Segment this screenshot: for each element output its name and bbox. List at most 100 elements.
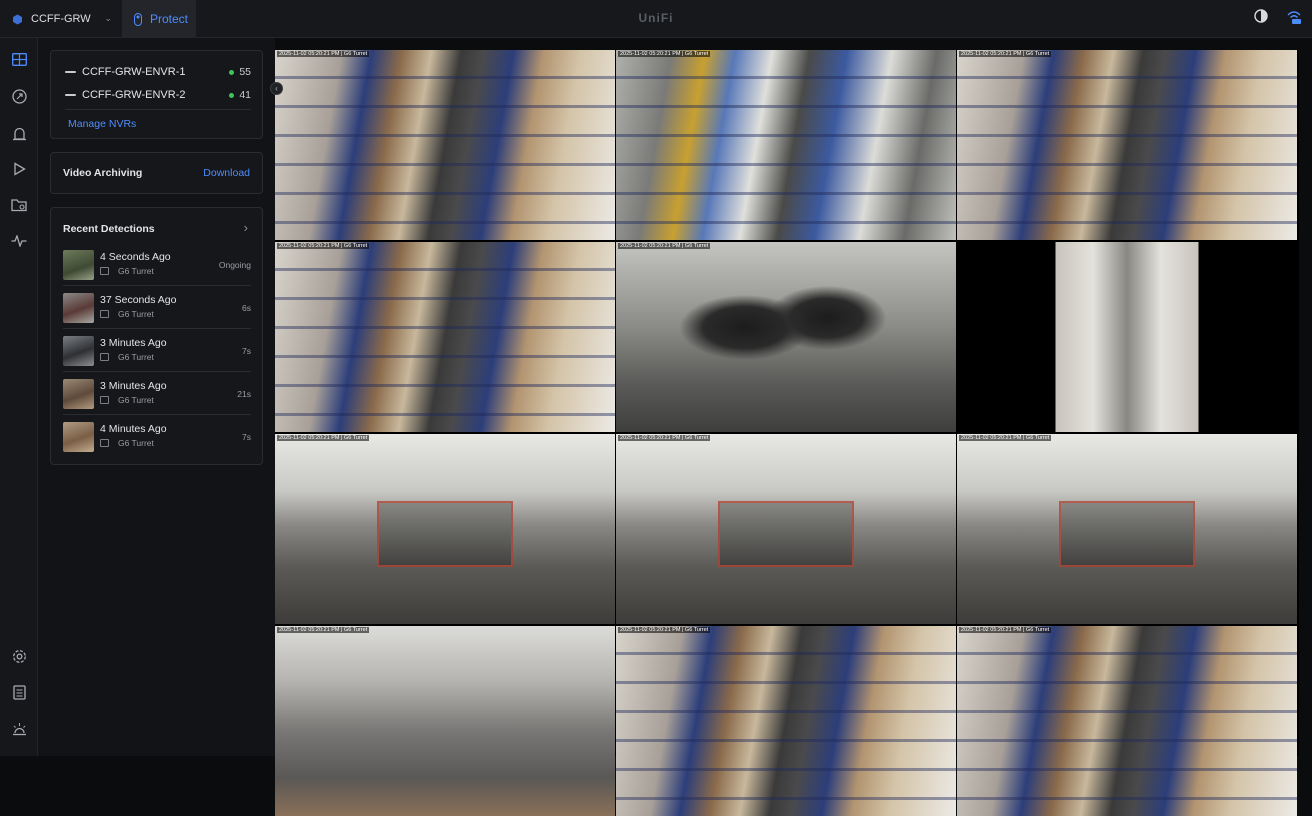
detection-duration: Ongoing bbox=[218, 260, 251, 270]
divider bbox=[63, 285, 251, 286]
camera-tile[interactable]: 2025-11-02 05:20:21 PM | G6 Turret bbox=[616, 242, 956, 432]
camera-tile[interactable]: 2025-11-02 05:20:21 PM | G6 Turret bbox=[275, 242, 615, 432]
detection-item[interactable]: 4 Minutes Ago G6 Turret 7s bbox=[63, 420, 251, 460]
detection-item[interactable]: 37 Seconds Ago G6 Turret 6s bbox=[63, 291, 251, 331]
nvr-row[interactable]: CCFF-GRW-ENVR-1 55 bbox=[65, 64, 251, 80]
side-nav bbox=[0, 38, 38, 756]
play-icon[interactable] bbox=[9, 159, 29, 179]
camera-feed-detail bbox=[1059, 500, 1195, 567]
camera-feed-detail bbox=[275, 50, 615, 240]
detection-thumbnail bbox=[63, 336, 94, 366]
alarm-icon[interactable] bbox=[9, 123, 29, 143]
nvr-camera-count: 41 bbox=[239, 89, 251, 101]
camera-icon bbox=[100, 310, 109, 318]
archiving-title: Video Archiving bbox=[63, 167, 143, 179]
detection-time: 3 Minutes Ago bbox=[100, 337, 167, 349]
divider bbox=[63, 371, 251, 372]
detection-camera: G6 Turret bbox=[118, 266, 154, 276]
folder-icon[interactable] bbox=[9, 195, 29, 215]
online-dot-icon bbox=[229, 92, 235, 98]
manage-nvrs-link[interactable]: Manage NVRs bbox=[68, 118, 136, 130]
camera-feed-detail bbox=[957, 626, 1297, 816]
camera-feed-detail bbox=[718, 500, 854, 567]
detection-item[interactable]: 3 Minutes Ago G6 Turret 21s bbox=[63, 377, 251, 417]
nvr-icon bbox=[65, 71, 76, 73]
download-link[interactable]: Download bbox=[203, 167, 250, 179]
camera-timestamp: 2025-11-02 05:20:21 PM | G6 Turret bbox=[959, 435, 1052, 441]
camera-timestamp: 2025-11-02 05:20:21 PM | G6 Turret bbox=[277, 243, 370, 249]
grid-icon[interactable] bbox=[9, 49, 29, 69]
camera-tile[interactable]: 2025-11-02 05:20:21 PM | G6 Turret bbox=[957, 626, 1297, 816]
detection-item[interactable]: 4 Seconds Ago G6 Turret Ongoing bbox=[63, 248, 251, 288]
detection-duration: 21s bbox=[237, 389, 251, 399]
log-icon[interactable] bbox=[9, 682, 29, 702]
nvr-card: CCFF-GRW-ENVR-1 55 CCFF-GRW-ENVR-2 41 Ma… bbox=[50, 50, 263, 139]
camera-tile[interactable]: 2025-11-02 05:20:21 PM | G6 Turret bbox=[957, 50, 1297, 240]
camera-feed-detail bbox=[616, 626, 956, 816]
camera-feed-detail bbox=[275, 242, 615, 432]
network-status-icon[interactable] bbox=[1286, 9, 1302, 25]
detection-duration: 7s bbox=[242, 346, 251, 356]
activity-icon[interactable] bbox=[9, 231, 29, 251]
nvr-camera-count: 55 bbox=[239, 66, 251, 78]
camera-tile[interactable]: 2025-11-02 05:20:21 PM | G6 Turret bbox=[275, 434, 615, 624]
divider bbox=[63, 414, 251, 415]
camera-icon bbox=[100, 267, 109, 275]
brand-logo: UniFi bbox=[638, 11, 674, 25]
camera-tile[interactable]: 2025-11-02 05:20:21 PM | G6 Turret bbox=[275, 50, 615, 240]
theme-toggle-icon[interactable] bbox=[1254, 9, 1268, 23]
detection-thumbnail bbox=[63, 379, 94, 409]
divider bbox=[63, 328, 251, 329]
gear-icon[interactable] bbox=[9, 646, 29, 666]
archiving-card: Video Archiving Download bbox=[50, 152, 263, 194]
detection-time: 4 Minutes Ago bbox=[100, 423, 167, 435]
chevron-right-icon[interactable]: › bbox=[244, 220, 248, 235]
detection-duration: 7s bbox=[242, 432, 251, 442]
camera-timestamp: 2025-11-02 05:20:21 PM | G6 Turret bbox=[959, 51, 1052, 57]
nvr-icon bbox=[65, 94, 76, 96]
detection-camera: G6 Turret bbox=[118, 352, 154, 362]
detection-camera: G6 Turret bbox=[118, 438, 154, 448]
camera-timestamp: 2025-11-02 05:20:21 PM | G6 Turret bbox=[618, 243, 711, 249]
camera-timestamp: 2025-11-02 05:20:21 PM | G6 Turret bbox=[277, 51, 370, 57]
detection-duration: 6s bbox=[242, 303, 251, 313]
camera-timestamp: 2025-11-02 05:20:21 PM | G6 Turret bbox=[959, 627, 1052, 633]
detection-camera: G6 Turret bbox=[118, 309, 154, 319]
bulb-icon[interactable] bbox=[9, 719, 29, 739]
detection-item[interactable]: 3 Minutes Ago G6 Turret 7s bbox=[63, 334, 251, 374]
divider bbox=[65, 109, 251, 110]
camera-feed-detail bbox=[616, 50, 956, 240]
nvr-row[interactable]: CCFF-GRW-ENVR-2 41 bbox=[65, 87, 251, 103]
camera-tile[interactable]: 2025-11-02 05:20:21 PM | G6 Turret bbox=[616, 434, 956, 624]
nvr-name: CCFF-GRW-ENVR-1 bbox=[82, 66, 186, 78]
camera-timestamp: 2025-11-02 05:20:21 PM | G6 Turret bbox=[618, 435, 711, 441]
detection-camera: G6 Turret bbox=[118, 395, 154, 405]
camera-grid: 2025-11-02 05:20:21 PM | G6 Turret 2025-1… bbox=[275, 50, 1299, 816]
camera-timestamp: 2025-11-02 05:20:21 PM | G6 Turret bbox=[618, 627, 711, 633]
detections-title: Recent Detections bbox=[63, 223, 155, 235]
detection-thumbnail bbox=[63, 250, 94, 280]
recent-detections-card: Recent Detections › 4 Seconds Ago G6 Tur… bbox=[50, 207, 263, 465]
camera-tile[interactable] bbox=[957, 242, 1297, 432]
camera-tile[interactable]: 2025-11-02 05:20:21 PM | G6 Turret bbox=[275, 626, 615, 816]
camera-icon bbox=[100, 353, 109, 361]
nvr-name: CCFF-GRW-ENVR-2 bbox=[82, 89, 186, 101]
map-icon[interactable] bbox=[9, 86, 29, 106]
camera-tile[interactable]: 2025-11-02 05:20:21 PM | G6 Turret bbox=[616, 626, 956, 816]
camera-tile[interactable]: 2025-11-02 05:20:21 PM | G6 Turret bbox=[957, 434, 1297, 624]
top-bar: CCFF-GRW ⌄ Protect UniFi bbox=[0, 0, 1312, 38]
detection-time: 4 Seconds Ago bbox=[100, 251, 171, 263]
detection-time: 3 Minutes Ago bbox=[100, 380, 167, 392]
detection-thumbnail bbox=[63, 293, 94, 323]
camera-feed-detail bbox=[377, 500, 513, 567]
camera-icon bbox=[100, 439, 109, 447]
side-panel: CCFF-GRW-ENVR-1 55 CCFF-GRW-ENVR-2 41 Ma… bbox=[38, 38, 275, 756]
camera-feed-detail bbox=[957, 50, 1297, 240]
camera-timestamp: 2025-11-02 05:20:21 PM | G6 Turret bbox=[618, 51, 711, 57]
camera-timestamp: 2025-11-02 05:20:21 PM | G6 Turret bbox=[277, 435, 370, 441]
camera-icon bbox=[100, 396, 109, 404]
detection-time: 37 Seconds Ago bbox=[100, 294, 177, 306]
online-dot-icon bbox=[229, 69, 235, 75]
camera-tile[interactable]: 2025-11-02 05:20:21 PM | G6 Turret bbox=[616, 50, 956, 240]
collapse-panel-button[interactable]: ‹ bbox=[270, 82, 283, 95]
